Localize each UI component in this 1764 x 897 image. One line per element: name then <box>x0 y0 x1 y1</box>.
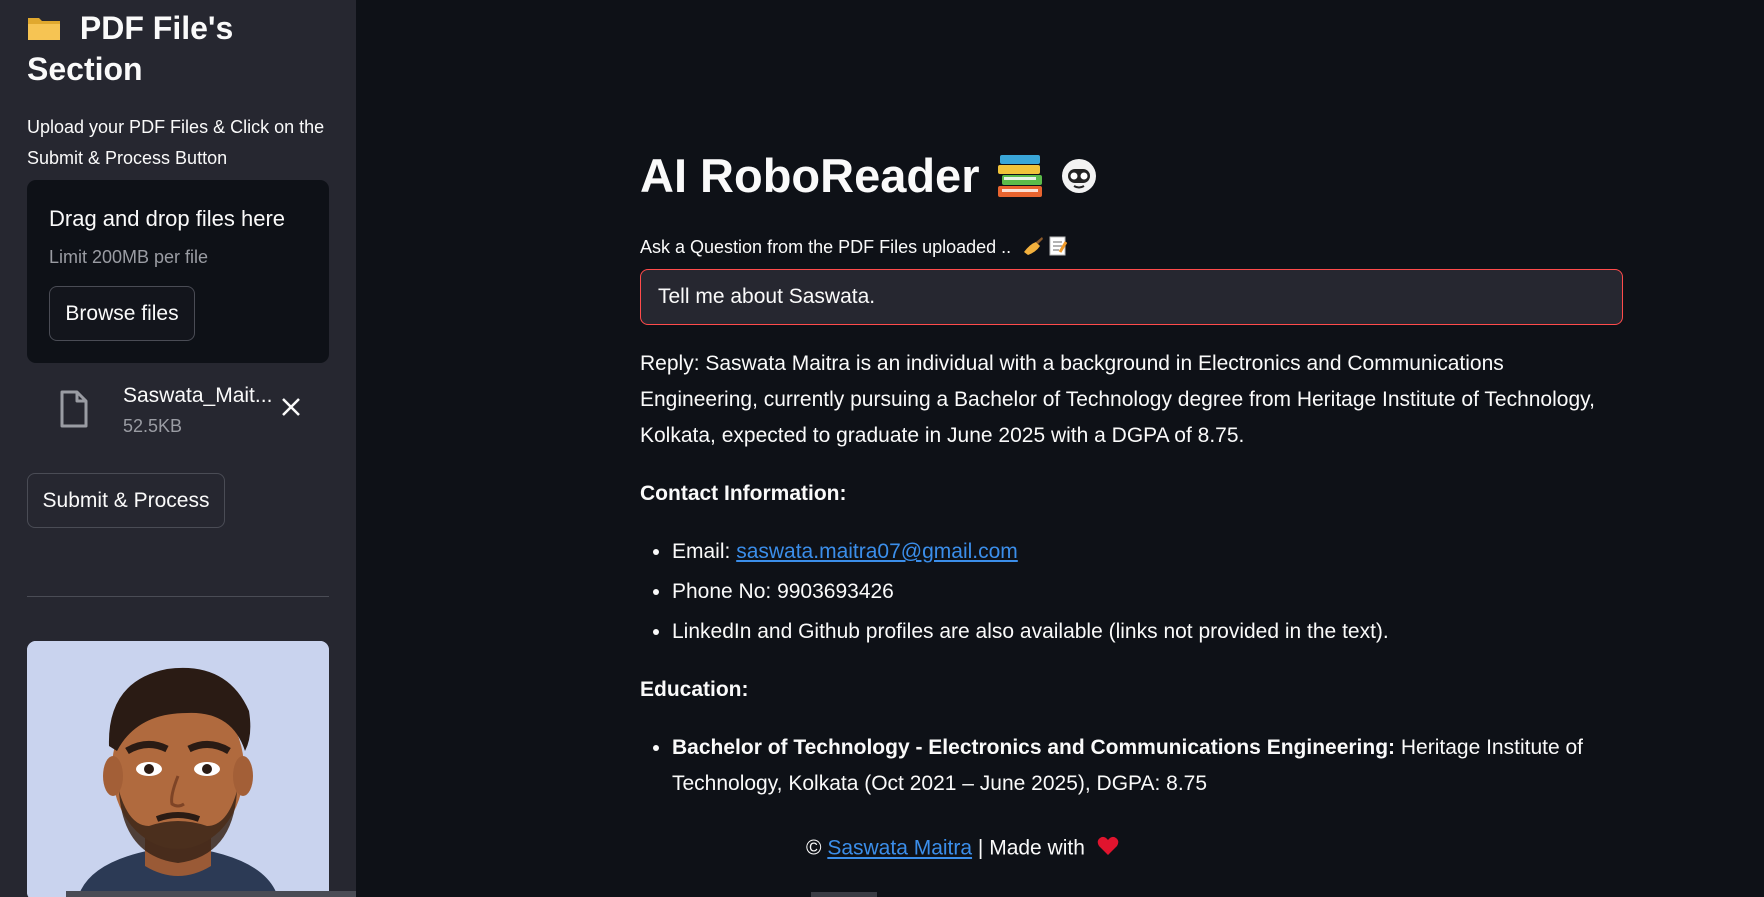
question-input[interactable] <box>640 269 1623 325</box>
email-label: Email: <box>672 540 731 563</box>
avatar <box>27 641 329 897</box>
dropzone-title: Drag and drop files here <box>49 206 286 231</box>
question-label-text: Ask a Question from the PDF Files upload… <box>640 237 1012 257</box>
memo-icon <box>1049 236 1068 257</box>
page-title: AI RoboReader <box>640 148 1098 203</box>
contact-list: Email: saswata.maitra07@gmail.com Phone … <box>640 534 1625 650</box>
main-content: AI RoboReader Ask a Question from the PD… <box>640 0 1640 897</box>
main-scrollbar[interactable] <box>811 892 877 897</box>
sidebar-title-line2: Section <box>27 51 143 87</box>
list-item: Email: saswata.maitra07@gmail.com <box>672 534 1625 570</box>
folder-icon <box>27 10 70 46</box>
list-item: Bachelor of Technology - Electronics and… <box>672 730 1625 802</box>
close-icon[interactable] <box>280 396 302 423</box>
sidebar-title-line1: PDF File's <box>79 10 234 46</box>
uploaded-file-item: Saswata_Mait... 52.5KB <box>27 378 329 446</box>
education-heading: Education: <box>640 678 749 701</box>
file-dropzone[interactable]: Drag and drop files here Limit 200MB per… <box>27 180 329 363</box>
made-with-text: | Made with <box>977 836 1085 860</box>
writing-hand-icon <box>1016 237 1049 257</box>
copyright-symbol: © <box>806 836 822 860</box>
education-degree: Bachelor of Technology - Electronics and… <box>672 736 1396 759</box>
question-label: Ask a Question from the PDF Files upload… <box>640 236 1068 258</box>
list-item: Phone No: 9903693426 <box>672 574 1625 610</box>
list-item: LinkedIn and Github profiles are also av… <box>672 614 1625 650</box>
footer: © Saswata Maitra | Made with <box>806 836 1119 862</box>
sidebar: PDF File's Section Upload your PDF Files… <box>0 0 356 897</box>
dropzone-limit: Limit 200MB per file <box>49 247 209 267</box>
books-icon <box>996 153 1044 199</box>
browse-files-button[interactable]: Browse files <box>49 286 195 341</box>
author-link[interactable]: Saswata Maitra <box>827 837 972 860</box>
sidebar-title: PDF File's Section <box>27 8 327 90</box>
heart-icon <box>1097 836 1119 862</box>
sidebar-divider <box>27 596 329 597</box>
file-name: Saswata_Mait... <box>123 384 273 407</box>
file-icon <box>59 390 89 433</box>
contact-heading: Contact Information: <box>640 482 847 505</box>
education-list: Bachelor of Technology - Electronics and… <box>640 730 1625 802</box>
submit-process-button[interactable]: Submit & Process <box>27 473 225 528</box>
page-title-text: AI RoboReader <box>640 149 980 202</box>
reply-intro: Reply: Saswata Maitra is an individual w… <box>640 352 1595 447</box>
file-size: 52.5KB <box>123 416 183 436</box>
sidebar-description: Upload your PDF Files & Click on the Sub… <box>27 117 325 168</box>
reply-text: Reply: Saswata Maitra is an individual w… <box>640 346 1625 824</box>
email-link[interactable]: saswata.maitra07@gmail.com <box>736 540 1018 563</box>
robot-icon <box>1060 157 1098 195</box>
sidebar-scrollbar[interactable] <box>66 891 356 897</box>
